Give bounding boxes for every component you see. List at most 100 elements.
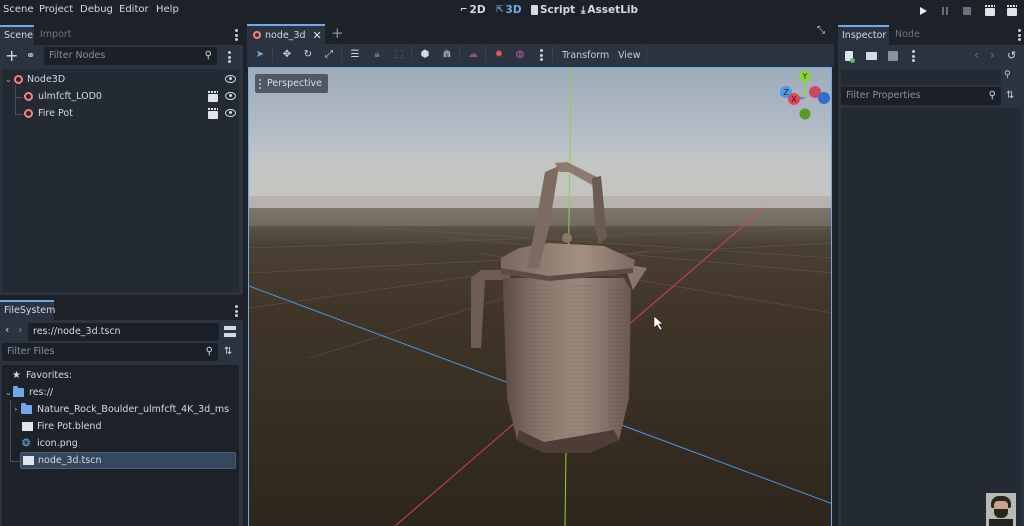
- inspector-more-icon[interactable]: [912, 50, 915, 62]
- forward-icon[interactable]: ›: [18, 323, 22, 336]
- sort-icon[interactable]: ⇅: [224, 346, 232, 357]
- menu-project[interactable]: Project: [39, 4, 73, 15]
- lock-icon[interactable]: 🔒︎: [371, 48, 383, 60]
- snap-icon[interactable]: ⋒: [441, 48, 453, 60]
- scale-tool-icon[interactable]: ⤢: [323, 48, 335, 60]
- menu-editor[interactable]: Editor: [119, 4, 149, 15]
- tree-item-res-root[interactable]: ⌄ res://: [5, 384, 53, 401]
- tree-item-node3d[interactable]: ⌄ Node3D: [5, 71, 237, 88]
- expand-arrow-icon[interactable]: ›: [14, 405, 21, 415]
- open-scene-icon[interactable]: [208, 108, 218, 119]
- object-history-icon[interactable]: ↺: [1007, 49, 1016, 62]
- tab-scene[interactable]: Scene: [0, 25, 34, 45]
- split-view-icon[interactable]: [224, 326, 236, 337]
- pause-button[interactable]: [939, 5, 951, 17]
- menu-help[interactable]: Help: [156, 4, 179, 15]
- close-icon[interactable]: ✕: [313, 29, 322, 42]
- dock-splitter[interactable]: [243, 22, 247, 526]
- open-docs-icon[interactable]: ⚲: [1004, 70, 1011, 80]
- star-icon: ★: [12, 370, 21, 381]
- sun-icon[interactable]: ✹: [493, 48, 505, 60]
- visibility-icon[interactable]: [225, 92, 236, 100]
- perspective-menu-button[interactable]: Perspective: [255, 74, 329, 93]
- distraction-free-icon[interactable]: ⤡: [817, 25, 825, 36]
- tree-item-fire-pot[interactable]: Fire Pot: [24, 105, 237, 122]
- filter-nodes-input[interactable]: Filter Nodes ⚲: [44, 47, 217, 65]
- visibility-icon[interactable]: [225, 75, 236, 83]
- play-scene-button[interactable]: [984, 5, 996, 17]
- transform-menu[interactable]: Transform: [562, 50, 609, 61]
- file-item-label: Nature_Rock_Boulder_ulmfcft_4K_3d_ms: [37, 404, 230, 415]
- history-forward-icon[interactable]: ›: [990, 48, 995, 62]
- workspace-3d-button[interactable]: ⇱ 3D: [496, 4, 522, 16]
- workspace-2d-button[interactable]: ⌐ 2D: [460, 4, 486, 16]
- filesystem-dock: ‹ › res://node_3d.tscn Filter Files ⚲ ⇅ …: [0, 320, 243, 526]
- add-node-icon[interactable]: +: [5, 48, 18, 64]
- tab-node[interactable]: Node: [891, 25, 923, 45]
- select-tool-icon[interactable]: ➤: [254, 48, 266, 60]
- workspace-assetlib-button[interactable]: ⤓ AssetLib: [581, 4, 638, 16]
- file-item-fire-pot-blend[interactable]: Fire Pot.blend: [22, 418, 102, 435]
- scene-file-icon: [22, 422, 33, 431]
- collapse-arrow-icon[interactable]: ⌄: [5, 75, 14, 84]
- inspector-dock-menu-icon[interactable]: [1018, 29, 1021, 41]
- assetlib-icon: ⤓: [581, 4, 586, 16]
- workspace-script-button[interactable]: Script: [531, 4, 575, 16]
- preview-sun-icon[interactable]: ☁: [467, 48, 479, 60]
- open-scene-icon[interactable]: [208, 91, 218, 102]
- gizmo-y-label: Y: [802, 72, 808, 81]
- new-resource-icon[interactable]: [845, 51, 855, 63]
- workspace-2d-label: 2D: [469, 4, 486, 16]
- filter-files-input[interactable]: Filter Files ⚲: [2, 343, 218, 361]
- image-file-icon: ❂: [22, 438, 31, 449]
- open-folder-icon[interactable]: [866, 52, 877, 60]
- view-menu[interactable]: View: [618, 50, 641, 61]
- tab-filesystem[interactable]: FileSystem: [0, 300, 55, 320]
- kebab-icon: [259, 78, 261, 89]
- tab-import[interactable]: Import: [36, 25, 76, 45]
- filesystem-dock-menu-icon[interactable]: [235, 305, 238, 317]
- node3d-icon: [24, 109, 33, 118]
- add-scene-tab-icon[interactable]: +: [331, 24, 344, 42]
- search-icon: ⚲: [205, 346, 213, 357]
- inspector-dock-tabs: Inspector Node: [838, 25, 1024, 45]
- play-button[interactable]: [917, 5, 929, 17]
- file-item-folder[interactable]: › Nature_Rock_Boulder_ulmfcft_4K_3d_ms: [14, 401, 229, 418]
- play-custom-scene-button[interactable]: [1006, 5, 1018, 17]
- menu-debug[interactable]: Debug: [80, 4, 113, 15]
- file-item-node-3d-tscn[interactable]: node_3d.tscn: [20, 452, 236, 469]
- property-settings-icon[interactable]: ⇅: [1006, 90, 1014, 101]
- visibility-icon[interactable]: [225, 109, 236, 117]
- rotate-tool-icon[interactable]: ↻: [302, 48, 314, 60]
- viewport-more-icon[interactable]: [540, 49, 543, 61]
- search-icon: ⚲: [204, 50, 212, 61]
- stop-button[interactable]: [961, 5, 973, 17]
- link-icon[interactable]: ⚭: [26, 49, 35, 62]
- favorites-row[interactable]: ★ Favorites:: [12, 367, 72, 384]
- move-tool-icon[interactable]: ✥: [281, 48, 293, 60]
- back-icon[interactable]: ‹: [5, 323, 9, 336]
- object-path-field[interactable]: [841, 69, 1001, 85]
- scene-tree-menu-icon[interactable]: [228, 51, 231, 63]
- collapse-arrow-icon[interactable]: ⌄: [5, 388, 13, 397]
- filter-files-placeholder: Filter Files: [7, 346, 55, 357]
- filesystem-dock-tabs: FileSystem: [0, 300, 243, 320]
- group-icon[interactable]: ⬚: [393, 48, 405, 60]
- environment-icon[interactable]: ◍: [514, 48, 526, 60]
- path-input[interactable]: res://node_3d.tscn: [28, 323, 219, 341]
- scene-tab-node-3d[interactable]: node_3d ✕: [247, 24, 325, 44]
- save-icon[interactable]: [888, 51, 898, 61]
- scene-dock-menu-icon[interactable]: [235, 29, 238, 41]
- filter-properties-input[interactable]: Filter Properties ⚲: [841, 87, 1001, 105]
- tree-item-ulmfcft-lod0[interactable]: ulmfcft_LOD0: [24, 88, 237, 105]
- list-select-icon[interactable]: ☰: [349, 48, 361, 60]
- search-icon: ⚲: [988, 90, 996, 101]
- script-icon: [531, 5, 538, 15]
- tab-inspector[interactable]: Inspector: [838, 25, 889, 45]
- history-back-icon[interactable]: ‹: [974, 48, 979, 62]
- 3d-viewport[interactable]: Y Z X Perspective: [248, 67, 832, 526]
- file-item-icon-png[interactable]: ❂ icon.png: [22, 435, 78, 452]
- local-space-icon[interactable]: ⬢: [419, 48, 431, 60]
- menu-scene[interactable]: Scene: [3, 4, 34, 15]
- inspector-dock: ‹ › ↺ ⚲ Filter Properties ⚲ ⇅: [838, 45, 1024, 526]
